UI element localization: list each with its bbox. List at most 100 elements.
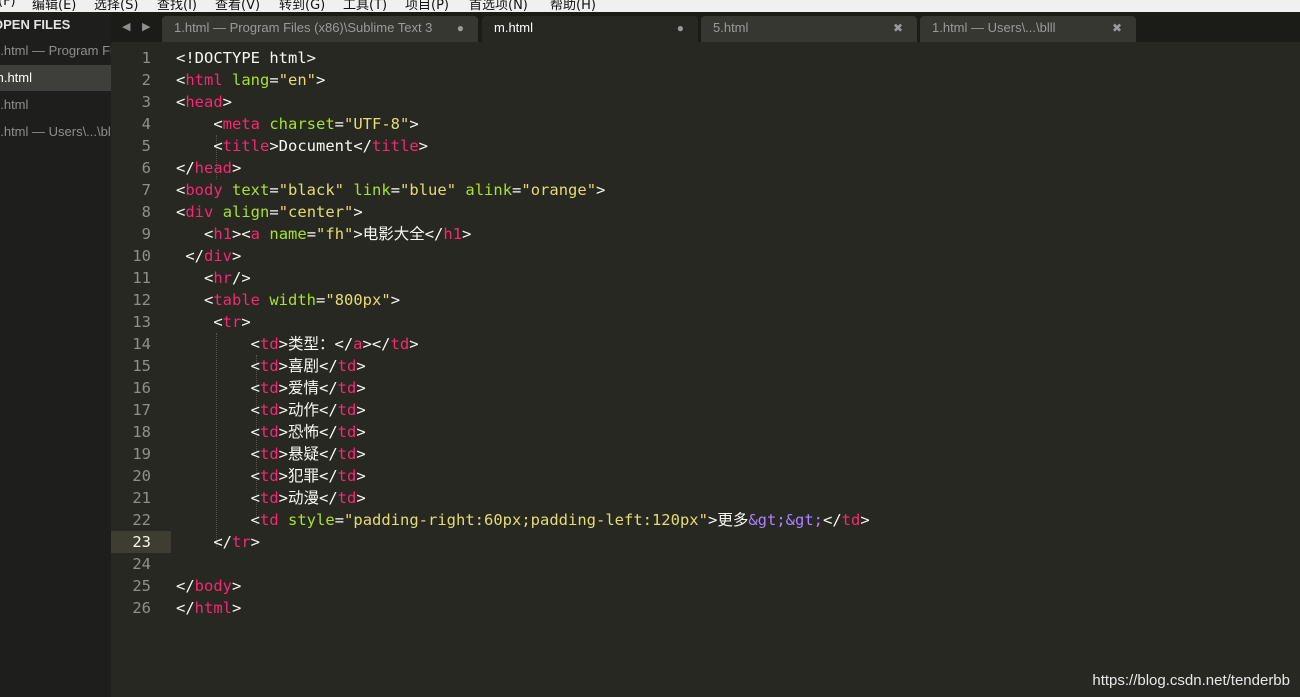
menu-help[interactable]: 帮助(H) xyxy=(550,0,596,12)
code-token: < xyxy=(176,225,214,243)
code-token: table xyxy=(213,291,260,309)
code-token: = xyxy=(334,115,345,133)
code-token: title xyxy=(372,137,419,155)
sidebar-file-m-html[interactable]: m.html xyxy=(0,65,111,91)
code-line[interactable]: </head> xyxy=(176,157,870,179)
sidebar-file-1-html-program-files[interactable]: 1.html — Program Files (x86)\Sublime Tex… xyxy=(0,38,111,64)
code-token: h1 xyxy=(213,225,232,243)
code-token: td xyxy=(260,423,279,441)
code-line[interactable]: <hr/> xyxy=(176,267,870,289)
code-token: >犯罪</ xyxy=(278,467,338,485)
code-token: > xyxy=(409,335,419,353)
code-token: < xyxy=(176,357,260,375)
code-line[interactable]: <td>喜剧</td> xyxy=(176,355,870,377)
code-editor[interactable]: 1 2 3 4 5 6 7 8 9 10 11 12 13 14 15 16 17 18 19 20 21 22 23 24 2… xyxy=(111,42,1300,697)
code-line[interactable]: <head> xyxy=(176,91,870,113)
line-number: 20 xyxy=(132,467,151,485)
tab-scroll-left-icon[interactable]: ◀ xyxy=(122,20,130,33)
code-token: < xyxy=(176,335,260,353)
code-line[interactable]: <td>动漫</td> xyxy=(176,487,870,509)
code-line[interactable]: <td>动作</td> xyxy=(176,399,870,421)
code-token: > xyxy=(222,93,233,111)
code-token: >喜剧</ xyxy=(278,357,338,375)
code-line[interactable]: <td style="padding-right:60px;padding-le… xyxy=(176,509,870,531)
code-token: = xyxy=(390,181,401,199)
code-token: >Document</ xyxy=(269,137,372,155)
line-number: 18 xyxy=(132,423,151,441)
code-line[interactable]: <div align="center"> xyxy=(176,201,870,223)
line-number: 21 xyxy=(132,489,151,507)
code-line[interactable]: <html lang="en"> xyxy=(176,69,870,91)
code-line[interactable]: <td>类型：</a></td> xyxy=(176,333,870,355)
code-token: > xyxy=(232,599,242,617)
code-token: style xyxy=(288,511,335,529)
code-token: >更多 xyxy=(707,511,749,529)
code-line[interactable]: <body text="black" link="blue" alink="or… xyxy=(176,179,870,201)
code-line[interactable]: <td>犯罪</td> xyxy=(176,465,870,487)
close-icon[interactable]: ✖ xyxy=(1112,16,1122,40)
tab-1-html-program-files[interactable]: 1.html — Program Files (x86)\Sublime Tex… xyxy=(162,16,478,42)
code-line[interactable]: <!DOCTYPE html> xyxy=(176,47,870,69)
code-token: td xyxy=(260,401,279,419)
code-token: > xyxy=(232,577,242,595)
code-line[interactable]: </body> xyxy=(176,575,870,597)
code-line[interactable]: <title>Document</title> xyxy=(176,135,870,157)
code-token: tr xyxy=(232,533,251,551)
sidebar-file-5-html[interactable]: 5.html xyxy=(0,92,111,118)
tab-5-html[interactable]: 5.html ✖ xyxy=(701,16,917,42)
code-line[interactable]: <td>悬疑</td> xyxy=(176,443,870,465)
line-number-gutter: 1 2 3 4 5 6 7 8 9 10 11 12 13 14 15 16 17 18 19 20 21 22 23 24 2… xyxy=(111,47,151,619)
code-token: td xyxy=(337,357,357,375)
tab-label: 1.html — Program Files (x86)\Sublime Tex… xyxy=(174,20,433,35)
code-token: /> xyxy=(232,269,251,287)
unsaved-dot-icon[interactable]: ● xyxy=(457,16,464,40)
code-token: td xyxy=(260,335,279,353)
tab-1-html-users[interactable]: 1.html — Users\...\blll ✖ xyxy=(920,16,1136,42)
code-token: "black" xyxy=(278,181,345,199)
code-token: > xyxy=(356,467,366,485)
menu-project[interactable]: 项目(P) xyxy=(405,0,449,12)
unsaved-dot-icon[interactable]: ● xyxy=(677,16,684,40)
code-line[interactable]: <tr> xyxy=(176,311,870,333)
menu-edit[interactable]: 编辑(E) xyxy=(32,0,76,12)
line-number: 10 xyxy=(132,247,151,265)
code-line[interactable]: <h1><a name="fh">电影大全</h1> xyxy=(176,223,870,245)
line-number: 6 xyxy=(141,159,151,177)
line-number: 14 xyxy=(132,335,151,353)
line-number: 26 xyxy=(132,599,151,617)
code-token: "en" xyxy=(278,71,317,89)
code-token: = xyxy=(269,71,279,89)
line-number: 13 xyxy=(132,313,151,331)
tab-scroll-right-icon[interactable]: ▶ xyxy=(142,20,150,33)
menu-find[interactable]: 查找(I) xyxy=(157,0,197,12)
code-token: > xyxy=(356,401,366,419)
menu-preferences[interactable]: 首选项(N) xyxy=(469,0,528,12)
close-icon[interactable]: ✖ xyxy=(893,16,903,40)
code-token: hr xyxy=(213,269,232,287)
code-line[interactable]: <table width="800px"> xyxy=(176,289,870,311)
menu-file[interactable]: (F) xyxy=(0,0,16,9)
code-line[interactable] xyxy=(176,553,870,575)
sidebar-file-1-html-users[interactable]: 1.html — Users\...\blll xyxy=(0,119,111,145)
code-token: meta xyxy=(222,115,260,133)
code-line[interactable]: <td>恐怖</td> xyxy=(176,421,870,443)
menu-view[interactable]: 查看(V) xyxy=(215,0,260,12)
code-token: >动漫</ xyxy=(278,489,338,507)
code-token: h1 xyxy=(443,225,463,243)
code-line[interactable]: </tr> xyxy=(176,531,870,553)
code-token: < xyxy=(176,489,260,507)
tab-m-html[interactable]: m.html ● xyxy=(482,16,698,42)
code-line[interactable]: <td>爱情</td> xyxy=(176,377,870,399)
code-token: td xyxy=(260,489,279,507)
code-line[interactable]: </html> xyxy=(176,597,870,619)
code-token: td xyxy=(260,379,279,397)
menu-selection[interactable]: 选择(S) xyxy=(94,0,138,12)
menu-tools[interactable]: 工具(T) xyxy=(343,0,387,12)
code-token: >< xyxy=(232,225,251,243)
code-line[interactable]: </div> xyxy=(176,245,870,267)
code-line[interactable]: <meta charset="UTF-8"> xyxy=(176,113,870,135)
menu-goto[interactable]: 转到(G) xyxy=(279,0,325,12)
code-area[interactable]: <!DOCTYPE html> <html lang="en"> <head> <m… xyxy=(176,47,870,619)
